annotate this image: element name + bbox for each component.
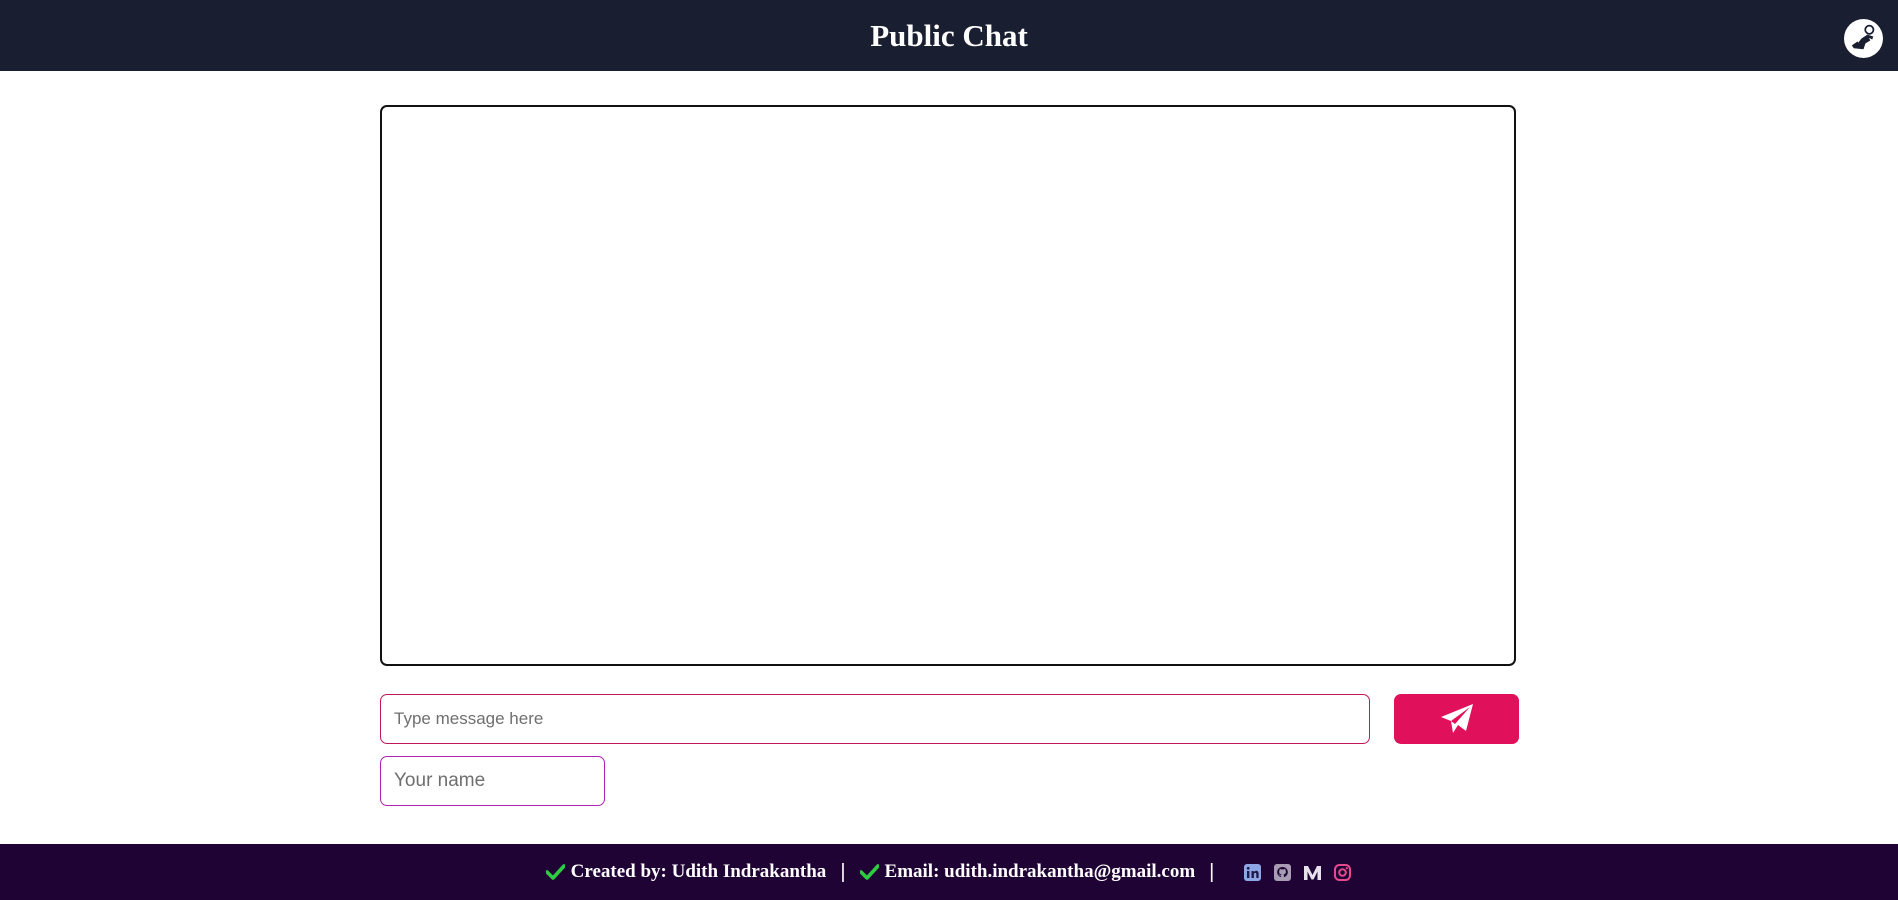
- chat-messages-area[interactable]: [380, 105, 1516, 666]
- send-button[interactable]: [1394, 694, 1519, 744]
- github-icon[interactable]: [1273, 863, 1292, 882]
- name-input[interactable]: [380, 756, 605, 806]
- created-by-text: Created by: Udith Indrakantha: [570, 861, 827, 882]
- footer-separator: |: [840, 860, 846, 883]
- footer-separator: |: [1209, 860, 1215, 883]
- astronaut-avatar-icon[interactable]: [1844, 19, 1883, 58]
- page-title: Public Chat: [870, 18, 1028, 53]
- linkedin-icon[interactable]: [1243, 863, 1262, 882]
- header-bar: Public Chat: [0, 0, 1898, 71]
- medium-icon[interactable]: [1303, 863, 1322, 882]
- social-links: [1232, 863, 1352, 882]
- footer-content: Created by: Udith Indrakantha | Email: u…: [0, 844, 1898, 900]
- check-icon: [859, 864, 879, 880]
- message-input[interactable]: [380, 694, 1370, 744]
- paper-plane-icon: [1440, 703, 1474, 735]
- instagram-icon[interactable]: [1333, 863, 1352, 882]
- footer-bar: Created by: Udith Indrakantha | Email: u…: [0, 844, 1898, 900]
- email-text: Email: udith.indrakantha@gmail.com: [884, 861, 1196, 882]
- check-icon: [545, 864, 565, 880]
